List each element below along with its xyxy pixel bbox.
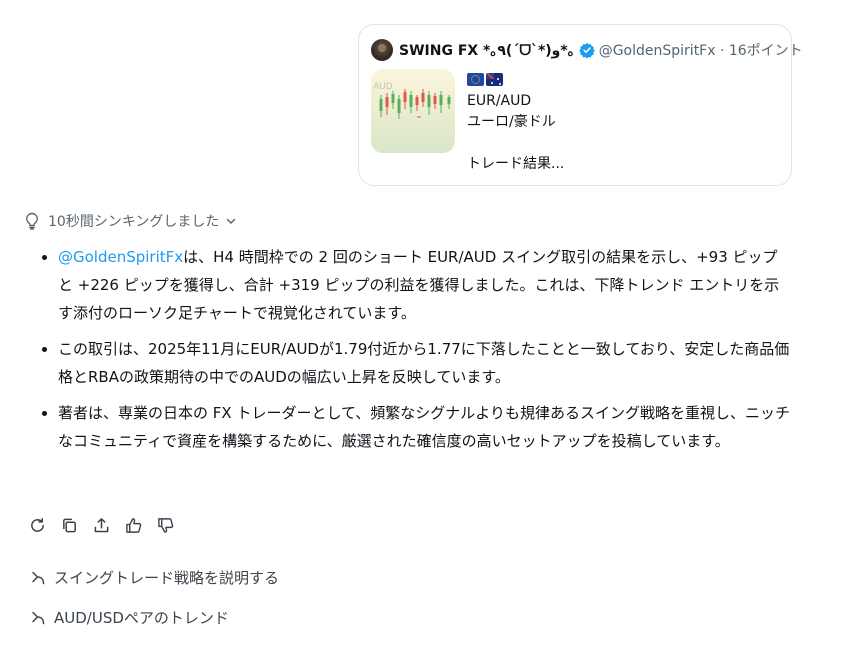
- answer-bullet: @GoldenSpiritFxは、H4 時間枠での 2 回のショート EUR/A…: [58, 243, 792, 327]
- quoted-post-card[interactable]: SWING FX *｡٩(ˊᗜˋ*)و*｡ @GoldenSpiritFx · …: [358, 24, 803, 186]
- answer-bullet: 著者は、専業の日本の FX トレーダーとして、頻繁なシグナルよりも規律あるスイン…: [58, 399, 792, 455]
- arrow-turn-icon: [32, 571, 45, 584]
- australia-flag-icon: [486, 72, 503, 86]
- verified-badge-icon: [578, 43, 595, 58]
- thinking-label: 10秒間シンキングしました: [48, 214, 220, 230]
- response-actions: [29, 517, 174, 534]
- thinking-toggle[interactable]: 10秒間シンキングしました: [24, 211, 245, 231]
- answer-body: @GoldenSpiritFxは、H4 時間枠での 2 回のショート EUR/A…: [40, 243, 792, 463]
- post-snippet: トレード結果...: [467, 156, 565, 172]
- thumbs-down-icon: [158, 518, 174, 533]
- bullet-text: この取引は、2025年11月にEUR/AUDが1.79付近から1.77に下落した…: [58, 340, 790, 386]
- eu-flag-icon: [467, 72, 484, 86]
- suggestion-label: AUD/USDペアのトレンド: [54, 609, 229, 627]
- share-button[interactable]: [93, 517, 110, 534]
- chevron-down-icon: [227, 218, 236, 224]
- thumb-label: AUD: [373, 82, 393, 92]
- author-handle-points[interactable]: @GoldenSpiritFx · 16ポイント: [599, 40, 803, 60]
- thumbs-up-icon: [126, 518, 142, 533]
- candlestick-thumbnail-image: AUD: [373, 82, 451, 119]
- quoted-post-header: SWING FX *｡٩(ˊᗜˋ*)و*｡ @GoldenSpiritFx · …: [371, 39, 803, 61]
- mention-link[interactable]: @GoldenSpiritFx: [58, 248, 183, 266]
- avatar[interactable]: [371, 39, 393, 61]
- like-button[interactable]: [125, 517, 142, 534]
- refresh-icon: [31, 517, 44, 532]
- suggestion-item[interactable]: AUD/USDペアのトレンド: [30, 607, 229, 628]
- suggestion-label: スイングトレード戦略を説明する: [54, 569, 280, 587]
- quoted-post-text: EUR/AUD ユーロ/豪ドル トレード結果...: [467, 71, 564, 175]
- pair-label: EUR/AUD: [467, 93, 532, 109]
- copy-button[interactable]: [61, 517, 78, 534]
- suggestion-item[interactable]: スイングトレード戦略を説明する: [30, 567, 279, 588]
- pair-jp-label: ユーロ/豪ドル: [467, 114, 556, 130]
- arrow-turn-icon: [32, 611, 45, 624]
- dislike-button[interactable]: [157, 517, 174, 534]
- chart-thumbnail[interactable]: AUD: [371, 69, 455, 153]
- author-name[interactable]: SWING FX *｡٩(ˊᗜˋ*)و*｡: [399, 40, 575, 60]
- copy-icon: [63, 518, 76, 533]
- share-icon: [94, 518, 109, 533]
- answer-bullet: この取引は、2025年11月にEUR/AUDが1.79付近から1.77に下落した…: [58, 335, 792, 391]
- lightbulb-icon: [26, 212, 38, 230]
- regenerate-button[interactable]: [29, 517, 46, 534]
- flags-row: [467, 71, 564, 87]
- answer-list: @GoldenSpiritFxは、H4 時間枠での 2 回のショート EUR/A…: [40, 243, 792, 455]
- bullet-text: 著者は、専業の日本の FX トレーダーとして、頻繁なシグナルよりも規律あるスイン…: [58, 404, 790, 450]
